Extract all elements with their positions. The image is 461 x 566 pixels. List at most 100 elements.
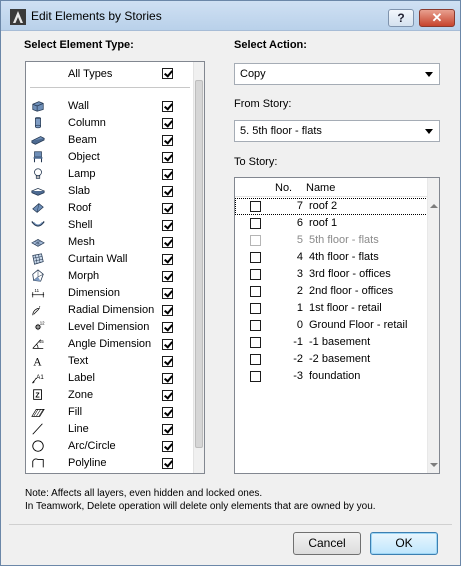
to-story-scrollbar[interactable]: [427, 178, 439, 473]
story-row[interactable]: 7 roof 2: [235, 198, 428, 215]
column-header-name[interactable]: Name: [306, 182, 335, 194]
scroll-down-icon[interactable]: [430, 463, 438, 467]
label-icon: A1: [31, 374, 44, 384]
story-row[interactable]: -3 foundation: [235, 368, 428, 385]
element-type-row[interactable]: 45 Angle Dimension: [26, 336, 194, 353]
element-type-row[interactable]: Arc/Circle: [26, 438, 194, 455]
mesh-icon: [31, 238, 45, 247]
shell-icon: [31, 221, 45, 227]
story-row[interactable]: 6 roof 1: [235, 215, 428, 232]
story-checkbox[interactable]: [250, 337, 261, 348]
ok-button[interactable]: OK: [370, 532, 438, 555]
element-type-row[interactable]: Shell: [26, 217, 194, 234]
element-type-checkbox[interactable]: [162, 441, 173, 452]
scroll-up-icon[interactable]: [430, 204, 438, 208]
element-type-checkbox[interactable]: [162, 390, 173, 401]
story-row[interactable]: 0 Ground Floor - retail: [235, 317, 428, 334]
element-type-row[interactable]: 12 Level Dimension: [26, 319, 194, 336]
element-type-checkbox[interactable]: [162, 305, 173, 316]
element-type-row[interactable]: Mesh: [26, 234, 194, 251]
element-type-list[interactable]: All Types Wall Column Beam Object Lamp Slab Ro…: [25, 61, 205, 474]
element-type-row[interactable]: Lamp: [26, 166, 194, 183]
element-type-label: Dimension: [68, 287, 120, 299]
story-checkbox[interactable]: [250, 320, 261, 331]
element-type-row[interactable]: r Radial Dimension: [26, 302, 194, 319]
list-separator: [30, 87, 190, 88]
element-list-scrollbar[interactable]: [193, 62, 204, 473]
element-type-checkbox[interactable]: [162, 322, 173, 333]
element-type-checkbox[interactable]: [162, 237, 173, 248]
element-type-checkbox[interactable]: [162, 373, 173, 384]
close-button[interactable]: ✕: [419, 9, 455, 27]
dimension-icon: 11: [31, 288, 45, 298]
beam-icon: [31, 136, 45, 145]
cancel-button[interactable]: Cancel: [293, 532, 361, 555]
element-type-row[interactable]: Slab: [26, 183, 194, 200]
element-type-checkbox[interactable]: [162, 152, 173, 163]
element-type-row[interactable]: Curtain Wall: [26, 251, 194, 268]
help-button[interactable]: ?: [388, 9, 414, 27]
story-checkbox[interactable]: [250, 252, 261, 263]
element-type-label: Morph: [68, 270, 100, 282]
story-name: Ground Floor - retail: [309, 319, 408, 331]
story-row[interactable]: -2 -2 basement: [235, 351, 428, 368]
element-type-checkbox[interactable]: [162, 135, 173, 146]
element-type-row[interactable]: A Text: [26, 353, 194, 370]
story-number: 5: [296, 234, 303, 246]
roof-icon: [32, 203, 44, 213]
story-checkbox[interactable]: [250, 303, 261, 314]
from-story-dropdown[interactable]: 5. 5th floor - flats: [234, 120, 440, 142]
element-type-checkbox[interactable]: [162, 339, 173, 350]
element-type-row[interactable]: Beam: [26, 132, 194, 149]
story-row[interactable]: -1 -1 basement: [235, 334, 428, 351]
story-row[interactable]: 2 2nd floor - offices: [235, 283, 428, 300]
story-checkbox[interactable]: [250, 269, 261, 280]
element-type-row[interactable]: Polyline: [26, 455, 194, 472]
element-type-checkbox[interactable]: [162, 288, 173, 299]
element-type-checkbox[interactable]: [162, 203, 173, 214]
element-type-row[interactable]: 11 Dimension: [26, 285, 194, 302]
element-type-checkbox[interactable]: [162, 220, 173, 231]
element-type-checkbox[interactable]: [162, 169, 173, 180]
action-dropdown[interactable]: Copy: [234, 63, 440, 85]
element-type-row[interactable]: Roof: [26, 200, 194, 217]
element-type-checkbox[interactable]: [162, 186, 173, 197]
element-type-checkbox[interactable]: [162, 458, 173, 469]
all-types-checkbox[interactable]: [162, 68, 173, 79]
element-type-label: Angle Dimension: [68, 338, 152, 350]
story-checkbox[interactable]: [250, 201, 261, 212]
element-type-checkbox[interactable]: [162, 118, 173, 129]
element-type-row[interactable]: Object: [26, 149, 194, 166]
element-type-row[interactable]: Fill: [26, 404, 194, 421]
title-bar[interactable]: Edit Elements by Stories ? ✕: [1, 1, 460, 31]
element-type-checkbox[interactable]: [162, 407, 173, 418]
to-story-list[interactable]: No. Name 7 roof 2 6 roof 1 5 5th floor - flat…: [234, 177, 440, 474]
angle-dimension-icon: 45: [32, 339, 44, 349]
all-types-row[interactable]: All Types: [26, 62, 194, 86]
element-type-checkbox[interactable]: [162, 271, 173, 282]
story-checkbox[interactable]: [250, 371, 261, 382]
window-title: Edit Elements by Stories: [31, 9, 162, 23]
element-type-row[interactable]: Column: [26, 115, 194, 132]
story-checkbox[interactable]: [250, 286, 261, 297]
element-type-checkbox[interactable]: [162, 424, 173, 435]
element-type-row[interactable]: Morph: [26, 268, 194, 285]
story-number: 6: [296, 217, 303, 229]
story-row[interactable]: 3 3rd floor - offices: [235, 266, 428, 283]
story-number: 4: [296, 251, 303, 263]
story-row[interactable]: 1 1st floor - retail: [235, 300, 428, 317]
element-type-row[interactable]: A1 Label: [26, 370, 194, 387]
element-type-checkbox[interactable]: [162, 356, 173, 367]
element-list-scroll-thumb[interactable]: [195, 80, 203, 448]
story-row[interactable]: 4 4th floor - flats: [235, 249, 428, 266]
element-type-row[interactable]: Wall: [26, 98, 194, 115]
element-type-row[interactable]: Line: [26, 421, 194, 438]
story-checkbox[interactable]: [250, 354, 261, 365]
element-type-checkbox[interactable]: [162, 254, 173, 265]
element-type-checkbox[interactable]: [162, 101, 173, 112]
element-type-row[interactable]: Z Zone: [26, 387, 194, 404]
svg-text:45: 45: [39, 339, 44, 344]
story-checkbox[interactable]: [250, 218, 261, 229]
column-header-no[interactable]: No.: [275, 182, 292, 194]
story-number: -1: [293, 336, 303, 348]
